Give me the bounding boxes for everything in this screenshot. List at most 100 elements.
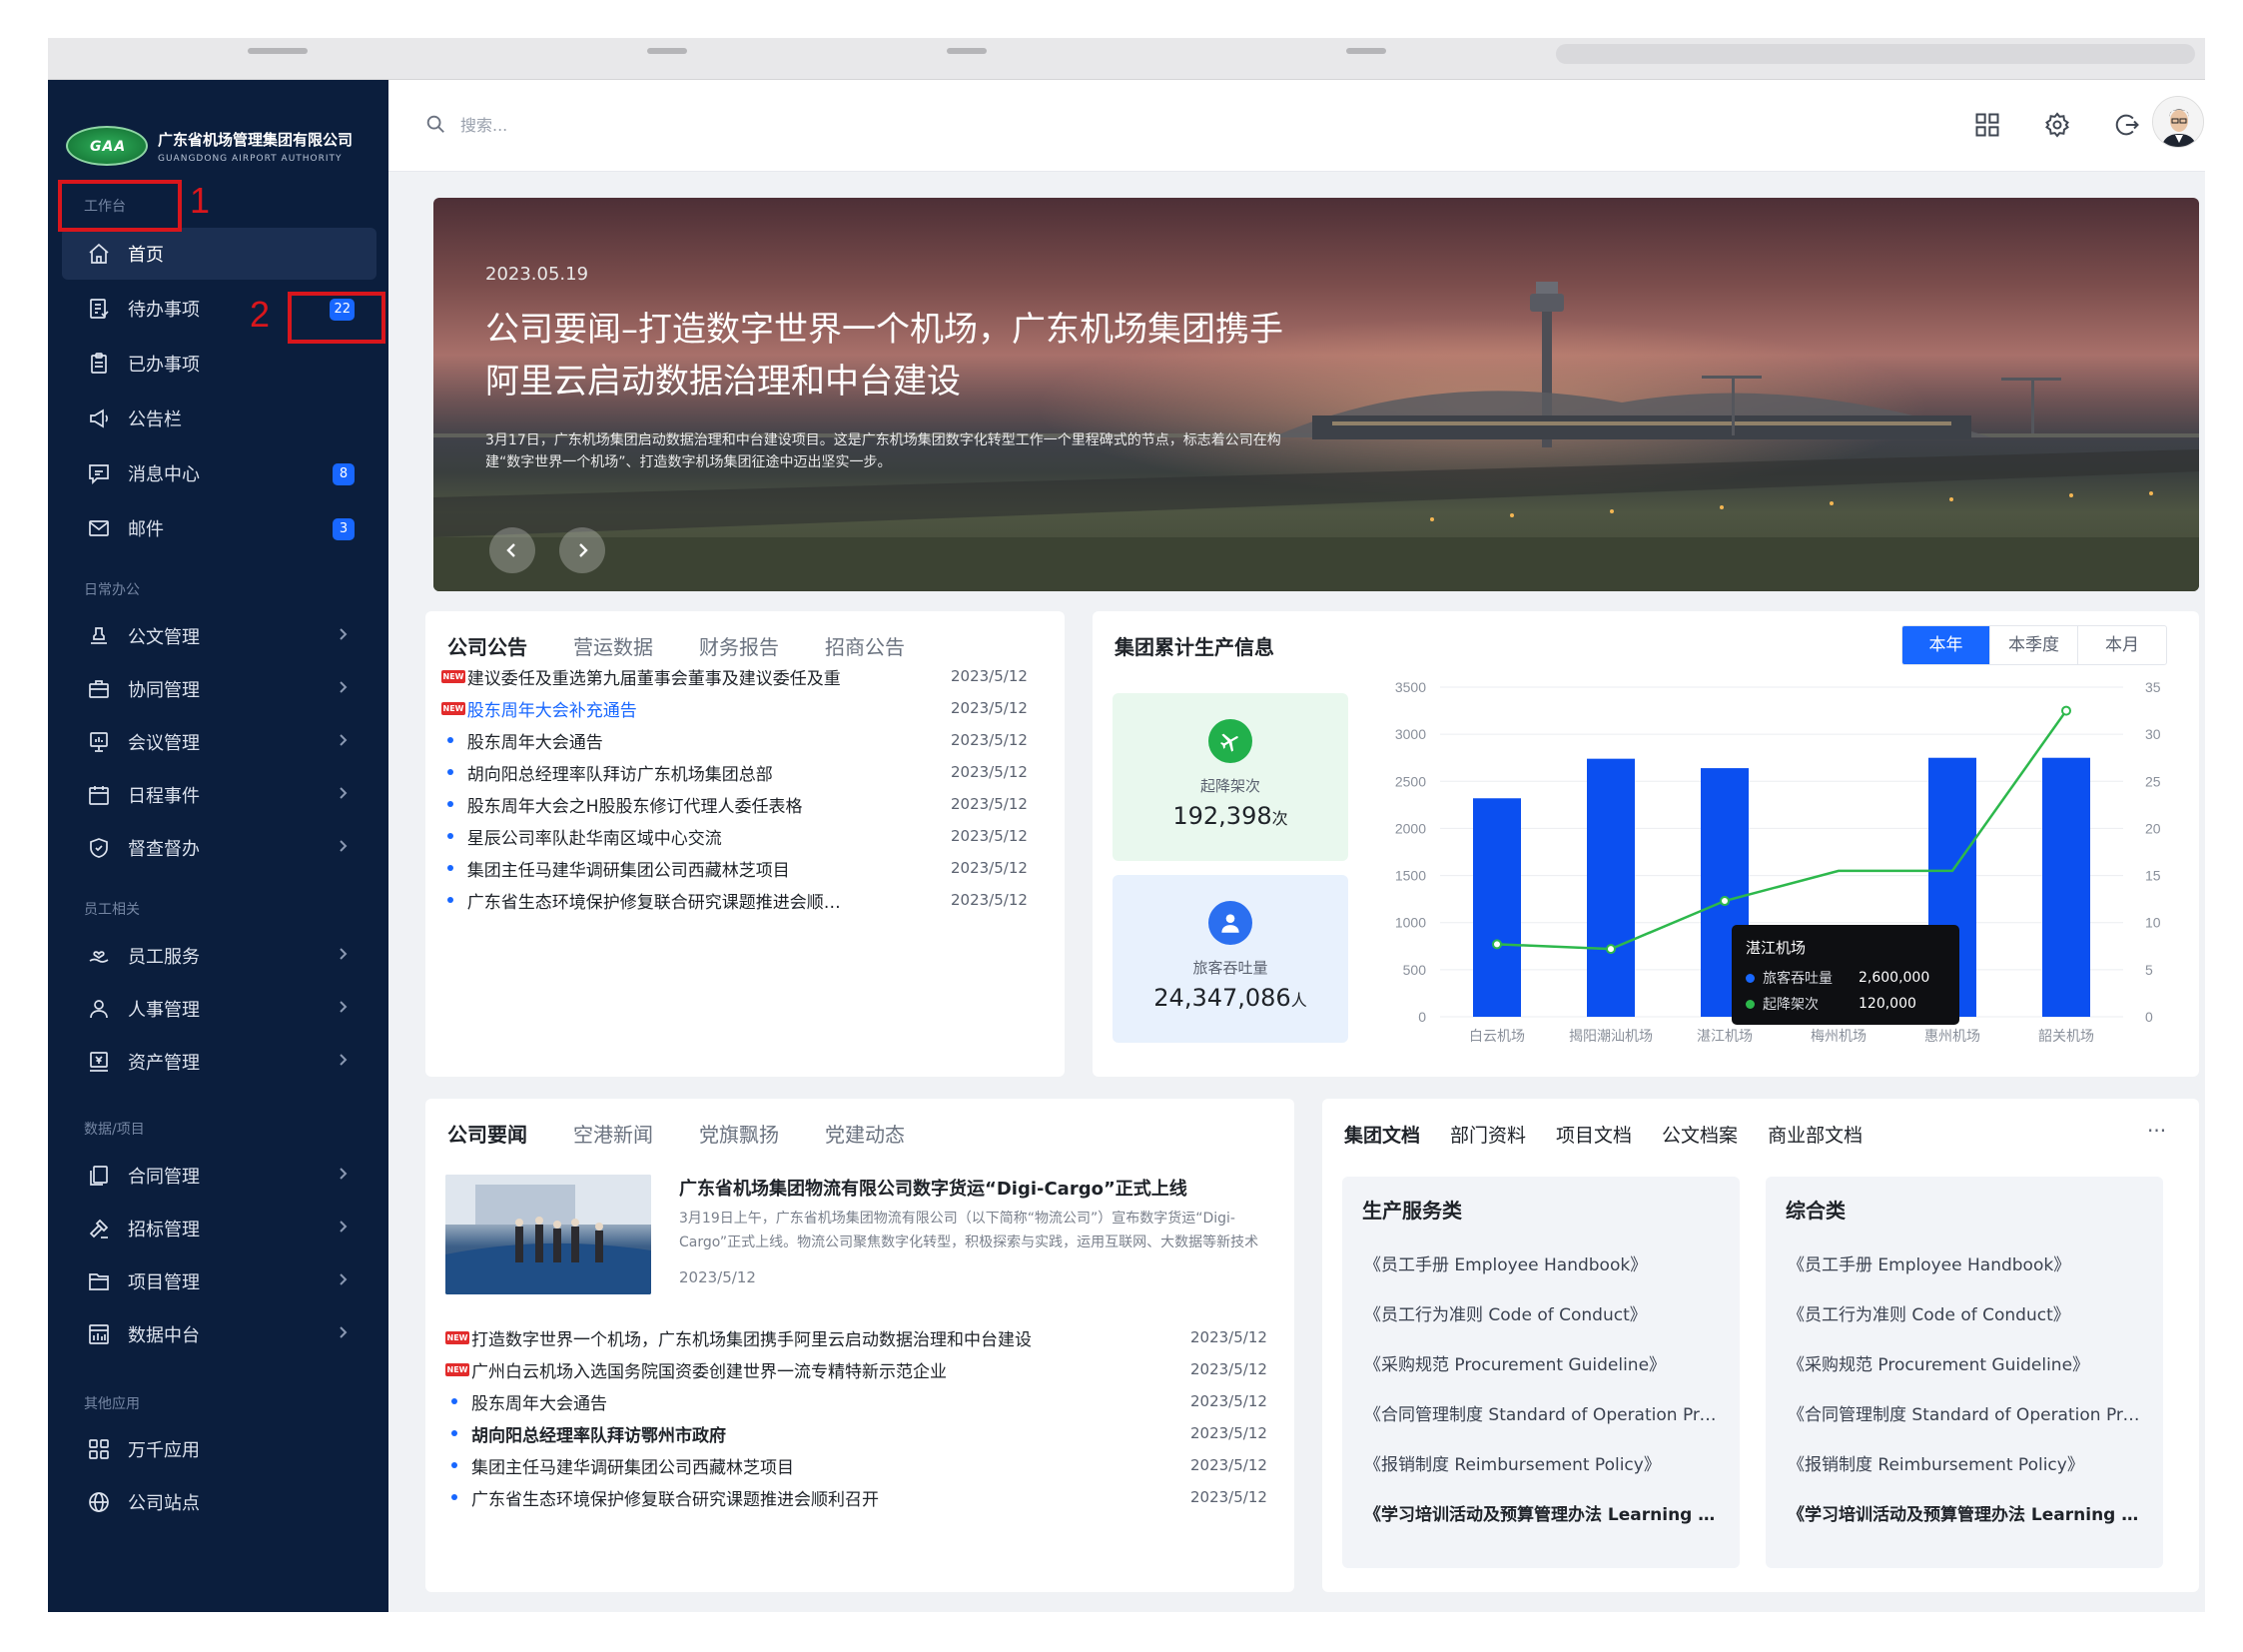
shield-icon (86, 835, 112, 861)
news-row[interactable]: 集团主任马建华调研集团公司西藏林芝项目 2023/5/12 (445, 1450, 1267, 1480)
sidebar-item-schedule[interactable]: 日程事件 (62, 769, 376, 821)
carousel-prev-button[interactable] (489, 527, 535, 573)
news-row[interactable]: 股东周年大会通告 2023/5/12 (445, 1386, 1267, 1416)
settings-gear-icon[interactable] (2040, 108, 2074, 142)
news-thumbnail[interactable] (445, 1175, 651, 1294)
tab-archive-docs[interactable]: 公文档案 (1662, 1121, 1738, 1158)
tab-business-docs[interactable]: 商业部文档 (1768, 1121, 1863, 1158)
sidebar: GAA 广东省机场管理集团有限公司 GUANGDONG AIRPORT AUTH… (48, 80, 388, 1612)
sidebar-item-label: 待办事项 (128, 300, 200, 321)
search-box[interactable]: 搜索... (424, 112, 507, 136)
globe-icon (86, 1489, 112, 1515)
announcement-row[interactable]: NEW 股东周年大会补充通告 (441, 693, 851, 723)
announcement-row[interactable]: NEW 建议委任及重选第九届董事会董事及建议委任及重 (441, 661, 851, 691)
doc-link[interactable]: 《报销制度 Reimbursement Policy》 (1364, 1450, 1724, 1475)
doc-link[interactable]: 《合同管理制度 Standard of Operation Procedure》 (1364, 1400, 1724, 1425)
sidebar-item-label: 协同管理 (128, 680, 200, 701)
more-options-icon[interactable]: ··· (2147, 1119, 2166, 1143)
annotation-box-1 (58, 180, 182, 232)
url-bar[interactable] (1556, 44, 2195, 64)
announcement-row[interactable]: 股东周年大会之H股股东修订代理人委任表格 (441, 789, 851, 819)
gaa-emblem-icon: GAA (66, 126, 148, 166)
sidebar-item-assets[interactable]: 资产管理 (62, 1036, 376, 1088)
bar-mark[interactable] (2042, 757, 2090, 1017)
announcement-row[interactable]: 股东周年大会通告 (441, 725, 851, 755)
tab-company-news[interactable]: 公司要闻 (447, 1119, 527, 1158)
sidebar-item-bidding[interactable]: 招标管理 (62, 1203, 376, 1254)
sidebar-item-staff-service[interactable]: 员工服务 (62, 930, 376, 982)
doc-link[interactable]: 《学习培训活动及预算管理办法 Learning and Development … (1364, 1500, 1724, 1525)
passengers-value: 24,347,086人 (1153, 984, 1307, 1012)
sidebar-item-supervise[interactable]: 督查督办 (62, 822, 376, 874)
banner-title[interactable]: 公司要闻–打造数字世界一个机场，广东机场集团携手阿里云启动数据治理和中台建设 (485, 304, 1304, 408)
briefcase-icon (86, 676, 112, 702)
announcement-row[interactable]: 集团主任马建华调研集团公司西藏林芝项目 (441, 853, 851, 883)
bar-mark[interactable] (1587, 758, 1635, 1017)
person-icon (1208, 901, 1252, 945)
bullet-dot-icon (441, 769, 467, 775)
line-point[interactable] (2061, 705, 2071, 716)
announcement-date: 2023/5/12 (951, 763, 1028, 781)
doc-link[interactable]: 《员工行为准则 Code of Conduct》 (1364, 1300, 1724, 1325)
sidebar-item-apps[interactable]: 万千应用 (62, 1423, 376, 1475)
sidebar-item-label: 人事管理 (128, 1000, 200, 1021)
tooltip-title: 湛江机场 (1746, 939, 1807, 957)
line-point[interactable] (1492, 939, 1502, 950)
doc-link[interactable]: 《采购规范 Procurement Guideline》 (1364, 1350, 1724, 1375)
sidebar-item-meeting[interactable]: 会议管理 (62, 716, 376, 768)
news-banner-carousel[interactable]: 2023.05.19 公司要闻–打造数字世界一个机场，广东机场集团携手阿里云启动… (433, 198, 2199, 591)
news-row[interactable]: NEW 广州白云机场入选国务院国资委创建世界一流专精特新示范企业 2023/5/12 (445, 1354, 1267, 1384)
announcement-row[interactable]: 胡向阳总经理率队拜访广东机场集团总部 (441, 757, 851, 787)
tab-group-docs[interactable]: 集团文档 (1344, 1121, 1420, 1158)
sidebar-item-collab[interactable]: 协同管理 (62, 663, 376, 715)
doc-link[interactable]: 《员工手册 Employee Handbook》 (1788, 1250, 2147, 1275)
sidebar-item-done[interactable]: 已办事项 (62, 338, 376, 390)
tab-airport-news[interactable]: 空港新闻 (573, 1119, 653, 1158)
announcement-row[interactable]: 广东省生态环境保护修复联合研究课题推进会顺利召开 (441, 885, 851, 915)
sidebar-item-messages[interactable]: 消息中心 8 (62, 447, 376, 499)
user-avatar[interactable] (2152, 96, 2204, 148)
doc-link[interactable]: 《员工行为准则 Code of Conduct》 (1788, 1300, 2147, 1325)
banner-date: 2023.05.19 (485, 264, 589, 285)
announcement-row[interactable]: 星辰公司率队赴华南区域中心交流 (441, 821, 851, 851)
doc-link[interactable]: 《学习培训活动及预算管理办法 Learning and Development … (1788, 1500, 2147, 1525)
doc-link[interactable]: 《员工手册 Employee Handbook》 (1364, 1250, 1724, 1275)
doc-link[interactable]: 《合同管理制度 Standard of Operation Procedure》 (1788, 1400, 2147, 1425)
news-row[interactable]: 广东省生态环境保护修复联合研究课题推进会顺利召开 2023/5/12 (445, 1482, 1267, 1512)
sidebar-item-hr[interactable]: 人事管理 (62, 983, 376, 1035)
sidebar-item-mail[interactable]: 邮件 3 (62, 502, 376, 554)
doc-link[interactable]: 《报销制度 Reimbursement Policy》 (1788, 1450, 2147, 1475)
new-tag-icon: NEW (441, 669, 467, 683)
news-row[interactable]: NEW 打造数字世界一个机场，广东机场集团携手阿里云启动数据治理和中台建设 2023… (445, 1322, 1267, 1352)
sidebar-item-sites[interactable]: 公司站点 (62, 1476, 376, 1528)
sidebar-item-notice[interactable]: 公告栏 (62, 393, 376, 444)
sidebar-item-project[interactable]: 项目管理 (62, 1255, 376, 1307)
search-input[interactable]: 搜索... (460, 112, 507, 136)
sidebar-item-label: 日程事件 (128, 786, 200, 807)
asset-icon (86, 1049, 112, 1075)
doc-link[interactable]: 《采购规范 Procurement Guideline》 (1788, 1350, 2147, 1375)
tab-ghost (248, 48, 308, 54)
sidebar-item-doc-mgmt[interactable]: 公文管理 (62, 610, 376, 662)
logout-icon[interactable] (2110, 108, 2144, 142)
featured-news-date: 2023/5/12 (679, 1268, 756, 1286)
line-point[interactable] (1720, 896, 1730, 907)
chevron-right-icon (579, 543, 588, 557)
sidebar-item-contract[interactable]: 合同管理 (62, 1150, 376, 1202)
announcement-date: 2023/5/12 (951, 731, 1028, 749)
apps-grid-icon[interactable] (1970, 108, 2004, 142)
tab-party-updates[interactable]: 党建动态 (825, 1119, 905, 1158)
home-icon (86, 241, 112, 267)
carousel-next-button[interactable] (559, 527, 605, 573)
sidebar-item-label: 已办事项 (128, 355, 200, 376)
tab-department-docs[interactable]: 部门资料 (1450, 1121, 1526, 1158)
tab-project-docs[interactable]: 项目文档 (1556, 1121, 1632, 1158)
tab-party-flag[interactable]: 党旗飘扬 (699, 1119, 779, 1158)
featured-news-title[interactable]: 广东省机场集团物流有限公司数字货运“Digi-Cargo”正式上线 (679, 1175, 1268, 1201)
news-row[interactable]: 胡向阳总经理率队拜访鄂州市政府 2023/5/12 (445, 1418, 1267, 1448)
bar-mark[interactable] (1473, 798, 1521, 1017)
brand-logo[interactable]: GAA 广东省机场管理集团有限公司 GUANGDONG AIRPORT AUTH… (66, 106, 385, 186)
sidebar-item-home[interactable]: 首页 (62, 228, 376, 280)
line-point[interactable] (1606, 944, 1616, 955)
sidebar-item-data-center[interactable]: 数据中台 (62, 1308, 376, 1360)
